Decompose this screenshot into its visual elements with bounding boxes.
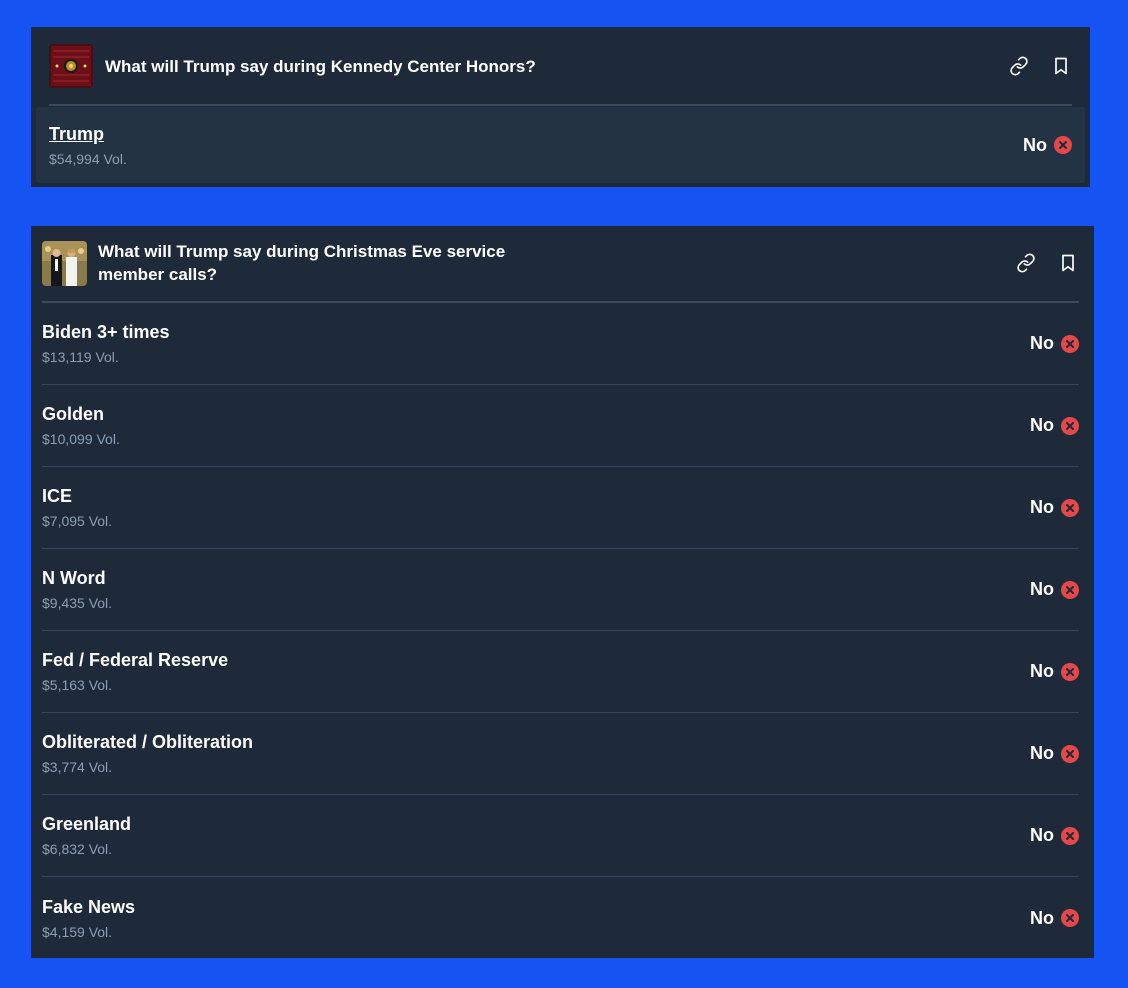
x-circle-icon — [1061, 909, 1079, 927]
resolution-status: No — [1030, 497, 1079, 518]
resolution-status: No — [1030, 333, 1079, 354]
market-thumbnail[interactable] — [42, 240, 87, 286]
market-title[interactable]: What will Trump say during Kennedy Cente… — [105, 55, 536, 78]
outcome-name[interactable]: Golden — [42, 403, 120, 425]
header-divider — [49, 104, 1072, 106]
market-title[interactable]: What will Trump say during Christmas Eve… — [98, 240, 528, 286]
outcome-volume: $13,119 Vol. — [42, 349, 119, 365]
outcome-labels: ICE $7,095 Vol. — [42, 485, 112, 530]
link-icon[interactable] — [1008, 55, 1030, 77]
market-thumbnail[interactable] — [49, 44, 93, 88]
resolution-status: No — [1030, 661, 1079, 682]
x-circle-icon — [1061, 826, 1079, 845]
resolution-label: No — [1030, 333, 1054, 353]
resolution-label: No — [1023, 134, 1047, 155]
x-circle-icon — [1061, 416, 1079, 435]
outcome-labels: Fake News $4,159 Vol. — [42, 896, 135, 941]
outcome-row[interactable]: Obliterated / Obliteration $3,774 Vol. No — [42, 713, 1079, 795]
outcome-volume: $3,774 Vol. — [42, 759, 113, 775]
resolution-label: No — [1030, 661, 1054, 681]
outcome-labels: Biden 3+ times $13,119 Vol. — [42, 321, 170, 366]
outcome-volume: $54,994 Vol. — [49, 150, 127, 167]
outcome-name[interactable]: N Word — [42, 567, 112, 589]
resolution-label: No — [1030, 497, 1054, 517]
x-circle-icon — [1061, 744, 1079, 763]
card-actions — [1015, 252, 1079, 274]
outcome-row[interactable]: Golden $10,099 Vol. No — [42, 385, 1079, 467]
outcome-volume: $7,095 Vol. — [42, 513, 113, 529]
resolution-label: No — [1030, 743, 1054, 763]
outcome-name[interactable]: ICE — [42, 485, 112, 507]
resolution-label: No — [1030, 907, 1054, 928]
outcome-name[interactable]: Fake News — [42, 896, 135, 918]
outcome-name[interactable]: Biden 3+ times — [42, 321, 170, 343]
resolution-label: No — [1030, 825, 1054, 845]
outcome-labels: Golden $10,099 Vol. — [42, 403, 120, 448]
resolution-label: No — [1030, 579, 1054, 599]
x-circle-icon — [1054, 136, 1072, 154]
outcome-row[interactable]: Greenland $6,832 Vol. No — [42, 795, 1079, 877]
outcome-labels: N Word $9,435 Vol. — [42, 567, 112, 612]
card-actions — [1008, 55, 1072, 77]
market-card: What will Trump say during Christmas Eve… — [31, 226, 1094, 958]
resolution-status: No — [1030, 908, 1079, 929]
outcome-labels: Greenland $6,832 Vol. — [42, 813, 131, 858]
outcome-labels: Obliterated / Obliteration $3,774 Vol. — [42, 731, 253, 776]
resolution-status: No — [1023, 135, 1072, 156]
x-circle-icon — [1061, 580, 1079, 599]
x-circle-icon — [1061, 334, 1079, 353]
market-card: What will Trump say during Kennedy Cente… — [31, 27, 1090, 187]
resolution-status: No — [1030, 825, 1079, 846]
link-icon[interactable] — [1015, 252, 1037, 274]
outcome-row[interactable]: Trump $54,994 Vol. No — [36, 107, 1085, 183]
outcome-row[interactable]: N Word $9,435 Vol. No — [42, 549, 1079, 631]
outcome-name[interactable]: Greenland — [42, 813, 131, 835]
outcome-volume: $4,159 Vol. — [42, 923, 113, 940]
resolution-status: No — [1030, 415, 1079, 436]
resolution-status: No — [1030, 743, 1079, 764]
x-circle-icon — [1061, 498, 1079, 517]
outcome-volume: $6,832 Vol. — [42, 841, 113, 857]
outcome-volume: $9,435 Vol. — [42, 595, 113, 611]
card-header: What will Trump say during Christmas Eve… — [42, 240, 1079, 286]
resolution-label: No — [1030, 415, 1054, 435]
outcome-row[interactable]: Fake News $4,159 Vol. No — [42, 877, 1079, 959]
outcome-labels: Fed / Federal Reserve $5,163 Vol. — [42, 649, 228, 694]
outcome-name[interactable]: Trump — [49, 123, 127, 145]
outcome-volume: $10,099 Vol. — [42, 431, 120, 447]
resolution-status: No — [1030, 579, 1079, 600]
bookmark-icon[interactable] — [1050, 55, 1072, 77]
outcome-labels: Trump $54,994 Vol. — [49, 123, 127, 168]
trump-couple-image — [42, 240, 87, 286]
outcome-row[interactable]: Biden 3+ times $13,119 Vol. No — [42, 303, 1079, 385]
outcome-name[interactable]: Obliterated / Obliteration — [42, 731, 253, 753]
card-header: What will Trump say during Kennedy Cente… — [49, 44, 1072, 88]
kennedy-center-image — [49, 44, 93, 88]
x-circle-icon — [1061, 662, 1079, 681]
outcome-row[interactable]: ICE $7,095 Vol. No — [42, 467, 1079, 549]
outcome-name[interactable]: Fed / Federal Reserve — [42, 649, 228, 671]
outcome-volume: $5,163 Vol. — [42, 677, 113, 693]
outcome-row[interactable]: Fed / Federal Reserve $5,163 Vol. No — [42, 631, 1079, 713]
bookmark-icon[interactable] — [1057, 252, 1079, 274]
